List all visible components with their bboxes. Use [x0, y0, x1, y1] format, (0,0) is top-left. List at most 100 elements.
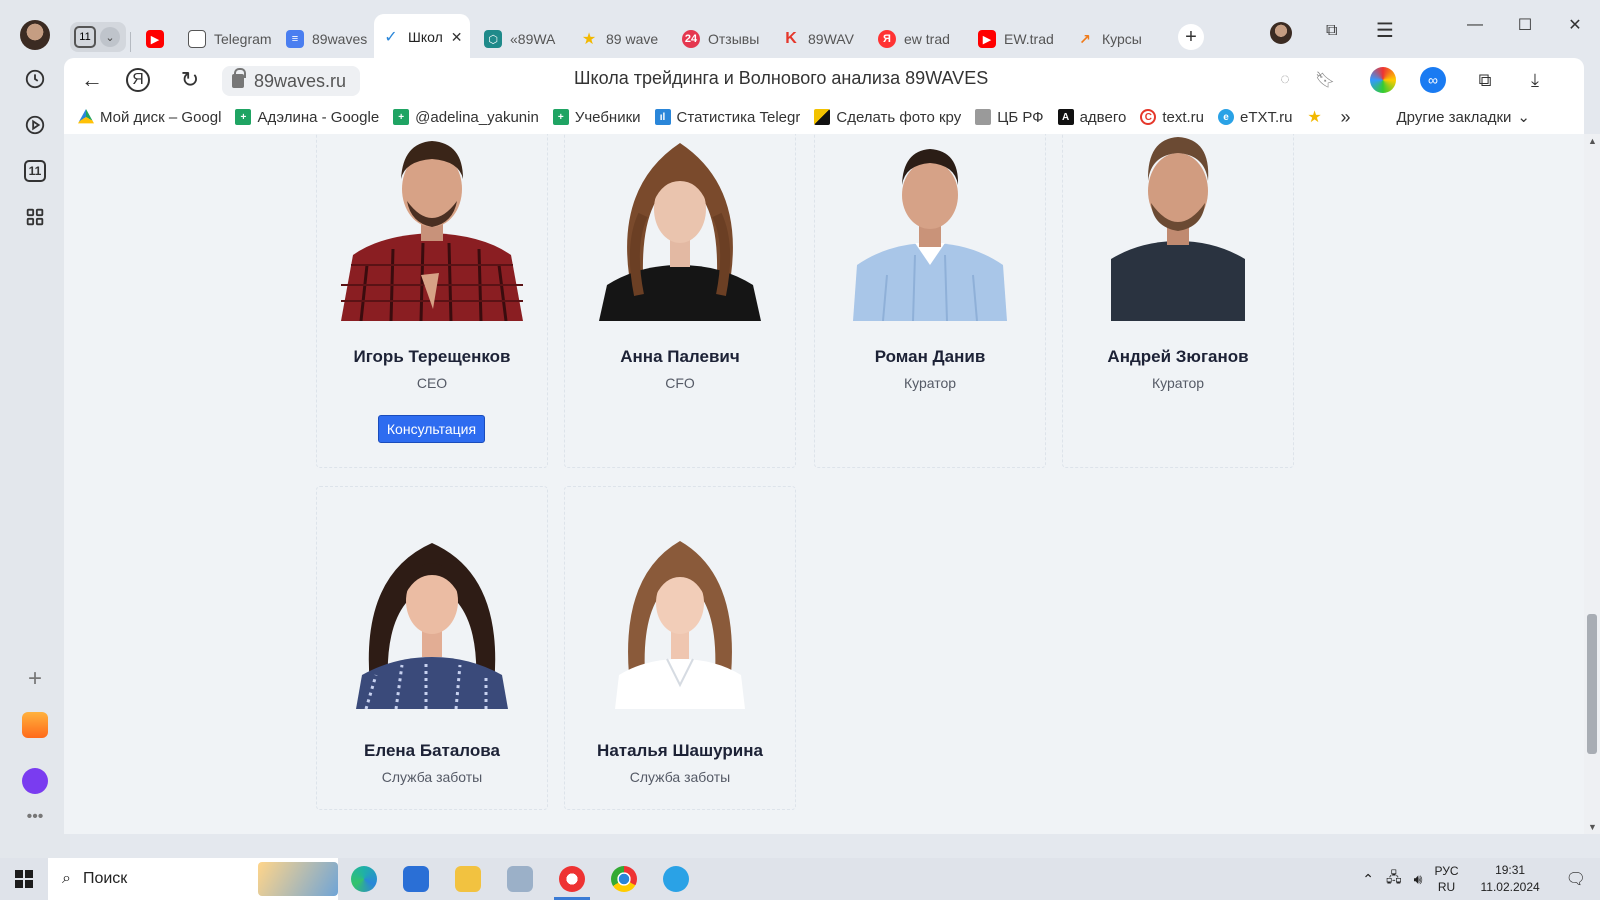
- bookmark-advego[interactable]: A адвего: [1057, 108, 1127, 126]
- chevron-down-icon[interactable]: ⌄: [100, 27, 120, 47]
- tab-reviews[interactable]: 24 Отзывы: [674, 22, 770, 56]
- add-icon[interactable]: +: [22, 665, 48, 692]
- bookmark-telegram-stats[interactable]: ıl Статистика Telegr: [654, 109, 800, 126]
- yandex-logo-icon[interactable]: Я: [126, 68, 150, 92]
- scroll-down-icon[interactable]: ▼: [1588, 822, 1597, 832]
- vpn-infinity-icon[interactable]: ∞: [1420, 67, 1446, 93]
- team-photo: [599, 134, 761, 321]
- page-title: Школа трейдинга и Волнового анализа 89WA…: [574, 68, 989, 88]
- address-toolbar: ← Я ↻ 89waves.ru Школа трейдинга и Волно…: [64, 58, 1584, 100]
- tab-telegram[interactable]: Telegram: [180, 22, 276, 56]
- bookmark-google-drive[interactable]: Мой диск – Googl: [78, 109, 221, 126]
- collections-icon[interactable]: ⧉: [1326, 22, 1337, 40]
- bookmark-etxt[interactable]: e eTXT.ru: [1218, 109, 1293, 126]
- more-dots-icon[interactable]: •••: [22, 804, 48, 830]
- history-icon[interactable]: [22, 66, 48, 92]
- tab-school-active[interactable]: ✓ Школ ✕: [374, 14, 470, 60]
- extensions-icon[interactable]: ⧉: [1472, 67, 1498, 93]
- tab-courses[interactable]: ↗ Курсы: [1068, 22, 1164, 56]
- bookmark-adelina-google[interactable]: + Адэлина - Google: [235, 109, 379, 126]
- telegram-icon: [663, 866, 689, 892]
- folder-icon: [455, 866, 481, 892]
- taskbar-explorer[interactable]: [442, 858, 494, 900]
- scroll-up-icon[interactable]: ▲: [1588, 136, 1597, 146]
- team-card: Игорь Терещенков CEO Консультация: [316, 134, 548, 468]
- close-window-icon[interactable]: ✕: [1550, 12, 1600, 38]
- scroll-thumb[interactable]: [1587, 614, 1597, 754]
- tab-label: Курсы: [1102, 31, 1142, 47]
- tab-ew-trad-video[interactable]: ▶ EW.trad: [970, 22, 1066, 56]
- start-button[interactable]: [0, 858, 48, 900]
- taskbar-word[interactable]: [390, 858, 442, 900]
- bookmark-label: Учебники: [574, 108, 641, 126]
- tab-89wa[interactable]: ⬡ «89WA: [476, 22, 566, 56]
- team-card: Анна Палевич CFO: [564, 134, 796, 468]
- translate-icon[interactable]: ◌: [1272, 67, 1298, 93]
- network-icon[interactable]: 🖧︎: [1386, 867, 1402, 891]
- menu-icon[interactable]: ☰: [1376, 18, 1394, 43]
- bookmark-icon[interactable]: 🔖︎: [1312, 67, 1338, 93]
- consultation-button[interactable]: Консультация: [378, 415, 485, 443]
- taskbar-edge[interactable]: [338, 858, 390, 900]
- waves-logo-icon: ✓: [384, 29, 398, 46]
- tab-89-wave[interactable]: ★ 89 wave: [572, 22, 668, 56]
- profile-avatar-small[interactable]: [1270, 22, 1292, 44]
- url-text: 89waves.ru: [254, 70, 347, 91]
- browser-sidebar: 11 + •••: [0, 0, 70, 858]
- page-scrollbar[interactable]: ▲ ▼: [1584, 134, 1600, 834]
- extension-compass-icon[interactable]: [1370, 67, 1396, 93]
- tab-label: 89WAV: [808, 31, 854, 47]
- apps-grid-icon[interactable]: [22, 204, 48, 230]
- tab-group-count: 11: [74, 26, 96, 48]
- language-code: РУС: [1434, 864, 1459, 878]
- chevron-up-icon[interactable]: ⌃: [1362, 871, 1374, 888]
- taskbar-photos[interactable]: [494, 858, 546, 900]
- volume-icon[interactable]: 🔊︎: [1414, 871, 1423, 888]
- url-bar[interactable]: 89waves.ru: [222, 66, 360, 96]
- tab-youtube[interactable]: ▶: [138, 22, 174, 56]
- new-tab-button[interactable]: +: [1178, 24, 1204, 50]
- language-indicator[interactable]: РУС RU: [1434, 863, 1458, 895]
- mail-icon[interactable]: [22, 712, 48, 738]
- taskbar-search[interactable]: ⌕ Поиск: [48, 858, 338, 900]
- document-app-icon: [403, 866, 429, 892]
- tab-89waves-doc[interactable]: ≡ 89waves: [278, 22, 368, 56]
- bookmark-text-ru[interactable]: C text.ru: [1140, 109, 1204, 126]
- system-clock[interactable]: 19:31 11.02.2024: [1481, 862, 1540, 896]
- search-icon: ⌕: [62, 870, 71, 887]
- maximize-icon[interactable]: ☐: [1500, 12, 1550, 38]
- tabs-counter-icon[interactable]: 11: [22, 158, 48, 184]
- bookmark-round-photo[interactable]: Сделать фото кру: [814, 109, 961, 126]
- document-icon: [188, 30, 206, 48]
- yandex-icon: Я: [878, 30, 896, 48]
- bookmark-label: адвего: [1079, 108, 1127, 126]
- bookmark-cbr[interactable]: ЦБ РФ: [975, 109, 1044, 126]
- taskbar-yandex-browser[interactable]: [546, 858, 598, 900]
- person-role: Служба заботы: [381, 769, 483, 785]
- person-role: Служба заботы: [629, 769, 731, 785]
- photos-icon: [507, 866, 533, 892]
- team-photo: [356, 525, 508, 709]
- chrome-icon: [611, 866, 637, 892]
- google-sheets-icon: +: [235, 109, 252, 125]
- tab-ew-trad-search[interactable]: Я ew trad: [870, 22, 966, 56]
- bookmark-star[interactable]: ★: [1307, 109, 1323, 125]
- taskbar-chrome[interactable]: [598, 858, 650, 900]
- taskbar-telegram[interactable]: [650, 858, 702, 900]
- notifications-icon[interactable]: 🗨︎: [1566, 869, 1586, 889]
- play-icon[interactable]: [22, 112, 48, 138]
- minimize-icon[interactable]: —: [1450, 12, 1500, 38]
- tab-89wav[interactable]: K 89WAV: [774, 22, 864, 56]
- reload-icon[interactable]: ↻: [176, 66, 204, 94]
- tab-group-selector[interactable]: 11 ⌄: [70, 22, 126, 52]
- bookmark-textbooks[interactable]: + Учебники: [552, 108, 641, 126]
- team-card: Елена Баталова Служба заботы: [316, 486, 548, 810]
- close-icon[interactable]: ✕: [451, 29, 463, 46]
- profile-avatar[interactable]: [20, 20, 50, 50]
- alice-assistant-icon[interactable]: [22, 768, 48, 794]
- more-bookmarks-button[interactable]: »: [1341, 107, 1351, 128]
- download-icon[interactable]: ⤓: [1522, 67, 1548, 93]
- back-arrow-icon[interactable]: ←: [78, 66, 106, 94]
- other-bookmarks-folder[interactable]: Другие закладки ⌄: [1396, 108, 1530, 127]
- bookmark-adelina-yakunina[interactable]: + @adelina_yakunin: [393, 109, 539, 126]
